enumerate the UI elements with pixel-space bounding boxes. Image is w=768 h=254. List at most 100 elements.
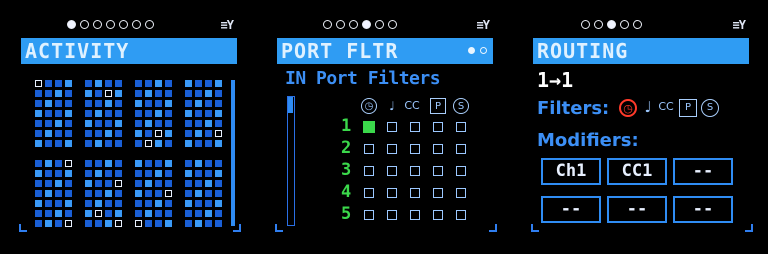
- port-number: 5: [341, 204, 352, 224]
- route-label: 1→1: [537, 68, 574, 92]
- page-indicator: [581, 20, 642, 32]
- modifier-slot[interactable]: --: [673, 158, 733, 185]
- activity-cell: [35, 120, 42, 127]
- activity-cell: [65, 90, 72, 97]
- filter-checkbox[interactable]: [387, 166, 397, 176]
- filter-checkbox[interactable]: [433, 166, 443, 176]
- page-dot: [349, 20, 358, 29]
- activity-cell: [205, 80, 212, 87]
- filter-checkbox[interactable]: [387, 188, 397, 198]
- filter-checkbox[interactable]: [363, 121, 375, 133]
- filter-checkbox[interactable]: [433, 210, 443, 220]
- activity-cell: [55, 90, 62, 97]
- filter-checkbox[interactable]: [456, 144, 466, 154]
- midi-icon: ≡Y: [732, 18, 746, 32]
- modifier-slot[interactable]: CC1: [607, 158, 667, 185]
- activity-cell: [65, 220, 72, 227]
- sysex-icon: S: [453, 98, 469, 114]
- filter-checkbox[interactable]: [433, 188, 443, 198]
- filter-checkbox[interactable]: [456, 188, 466, 198]
- activity-cell: [155, 220, 162, 227]
- cc-icon[interactable]: CC: [657, 99, 675, 117]
- activity-cell: [145, 110, 152, 117]
- filter-checkbox[interactable]: [364, 144, 374, 154]
- activity-cell: [105, 200, 112, 207]
- filter-checkbox[interactable]: [433, 144, 443, 154]
- activity-cell: [45, 160, 52, 167]
- activity-cell: [165, 200, 172, 207]
- activity-cell: [145, 220, 152, 227]
- port-number: 4: [341, 182, 352, 202]
- activity-cell: [115, 210, 122, 217]
- activity-cell: [85, 80, 92, 87]
- activity-cell: [185, 120, 192, 127]
- sysex-icon[interactable]: S: [701, 99, 719, 117]
- filter-checkbox[interactable]: [387, 210, 397, 220]
- modifier-slot[interactable]: --: [607, 196, 667, 223]
- activity-cell: [155, 110, 162, 117]
- program-icon[interactable]: P: [679, 99, 697, 117]
- activity-cell: [85, 190, 92, 197]
- filter-checkbox[interactable]: [364, 188, 374, 198]
- scrollbar-thumb[interactable]: [288, 97, 293, 113]
- activity-cell: [145, 160, 152, 167]
- activity-cell: [55, 100, 62, 107]
- filter-checkbox[interactable]: [364, 210, 374, 220]
- activity-cell: [115, 200, 122, 207]
- activity-cell: [55, 140, 62, 147]
- scrollbar[interactable]: [287, 96, 295, 226]
- activity-cell: [155, 120, 162, 127]
- activity-cell: [195, 160, 202, 167]
- activity-cell: [195, 200, 202, 207]
- filter-checkbox[interactable]: [387, 144, 397, 154]
- activity-cell: [165, 220, 172, 227]
- activity-cell: [85, 120, 92, 127]
- activity-cell: [195, 130, 202, 137]
- note-icon[interactable]: ♩: [639, 99, 657, 117]
- activity-cell: [215, 120, 222, 127]
- activity-cell: [185, 180, 192, 187]
- activity-cell: [205, 100, 212, 107]
- modifier-slot[interactable]: --: [673, 196, 733, 223]
- filter-checkbox[interactable]: [364, 166, 374, 176]
- corner-mark: [19, 224, 27, 232]
- modifiers-label: Modifiers:: [537, 130, 639, 151]
- filter-checkbox[interactable]: [456, 166, 466, 176]
- screen-title: PORT FLTR: [281, 39, 399, 63]
- activity-cell: [145, 120, 152, 127]
- activity-cell: [205, 90, 212, 97]
- activity-cell: [45, 110, 52, 117]
- activity-cell: [215, 220, 222, 227]
- activity-cell: [115, 190, 122, 197]
- activity-cell: [195, 190, 202, 197]
- activity-cell: [205, 210, 212, 217]
- activity-cell: [95, 170, 102, 177]
- activity-cell: [215, 160, 222, 167]
- activity-cell: [45, 180, 52, 187]
- activity-cell: [95, 80, 102, 87]
- filter-checkbox[interactable]: [456, 210, 466, 220]
- filter-checkbox[interactable]: [387, 122, 397, 132]
- activity-cell: [185, 130, 192, 137]
- clock-icon[interactable]: ◷: [619, 99, 637, 117]
- filter-checkbox[interactable]: [456, 122, 466, 132]
- filter-checkbox[interactable]: [410, 188, 420, 198]
- modifier-slot[interactable]: Ch1: [541, 158, 601, 185]
- page-indicator: [67, 20, 154, 32]
- filter-checkbox[interactable]: [410, 144, 420, 154]
- activity-cell: [195, 100, 202, 107]
- activity-cell: [195, 80, 202, 87]
- activity-cell: [135, 110, 142, 117]
- activity-cell: [135, 120, 142, 127]
- activity-cell: [105, 190, 112, 197]
- activity-cell: [95, 90, 102, 97]
- activity-cell: [135, 130, 142, 137]
- filter-checkbox[interactable]: [410, 122, 420, 132]
- filter-checkbox[interactable]: [410, 166, 420, 176]
- filter-checkbox[interactable]: [433, 122, 443, 132]
- modifier-slot[interactable]: --: [541, 196, 601, 223]
- filter-checkbox[interactable]: [410, 210, 420, 220]
- activity-cell: [185, 100, 192, 107]
- activity-cell: [105, 210, 112, 217]
- subpage-indicator: [468, 47, 487, 54]
